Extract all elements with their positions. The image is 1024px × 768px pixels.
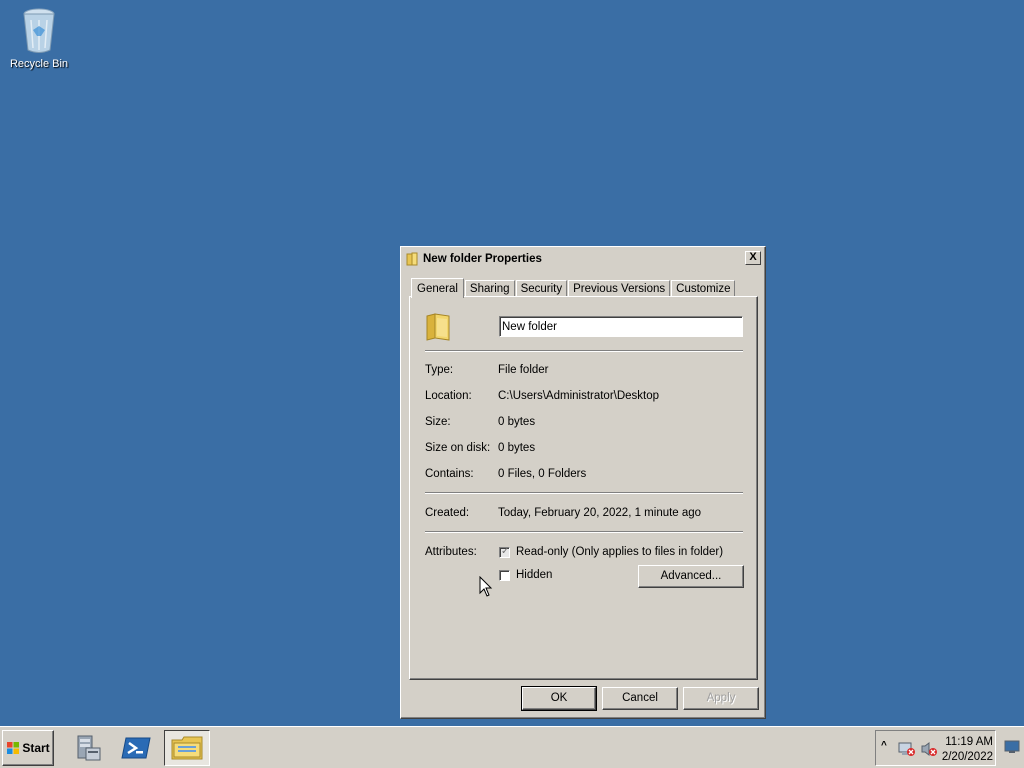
explorer-taskbar-button[interactable] <box>164 730 210 766</box>
tab-security[interactable]: Security <box>515 280 568 297</box>
hidden-label[interactable]: Hidden <box>516 569 552 581</box>
folder-icon <box>406 252 418 266</box>
network-error-icon[interactable] <box>898 741 916 757</box>
start-button[interactable]: Start <box>2 730 54 766</box>
powershell-icon <box>121 737 151 759</box>
separator <box>425 531 743 533</box>
show-hidden-icons-button[interactable]: ^ <box>881 740 887 751</box>
start-label: Start <box>22 741 50 755</box>
separator <box>425 350 743 352</box>
tab-general[interactable]: General <box>411 278 464 298</box>
dialog-titlebar[interactable]: New folder Properties X <box>403 249 763 269</box>
apply-button[interactable]: Apply <box>683 687 759 710</box>
readonly-checkbox[interactable]: ✓ <box>499 546 510 558</box>
tab-sharing[interactable]: Sharing <box>464 280 515 297</box>
folder-properties-dialog: New folder Properties X General Sharing … <box>400 246 766 719</box>
created-value: Today, February 20, 2022, 1 minute ago <box>498 507 702 519</box>
size-on-disk-label: Size on disk: <box>425 442 491 454</box>
recycle-bin-label: Recycle Bin <box>9 58 69 70</box>
mouse-cursor-icon <box>479 576 493 597</box>
close-icon: X <box>749 251 757 263</box>
folder-icon <box>171 736 203 760</box>
size-value: 0 bytes <box>498 416 536 428</box>
clock-date: 2/20/2022 <box>941 751 993 763</box>
hidden-checkbox[interactable] <box>499 570 510 581</box>
contains-label: Contains: <box>425 468 474 480</box>
readonly-label[interactable]: Read-only (Only applies to files in fold… <box>516 546 723 558</box>
tab-previous-versions[interactable]: Previous Versions <box>568 280 671 297</box>
powershell-taskbar-button[interactable] <box>114 730 158 766</box>
dialog-title: New folder Properties <box>423 253 542 265</box>
folder-name-input[interactable] <box>499 316 743 337</box>
size-on-disk-value: 0 bytes <box>498 442 536 454</box>
cancel-button[interactable]: Cancel <box>602 687 678 710</box>
clock[interactable]: 11:19 AM 2/20/2022 <box>942 735 993 765</box>
ok-button[interactable]: OK <box>521 686 597 711</box>
windows-logo-icon <box>7 742 20 754</box>
location-label: Location: <box>425 390 472 402</box>
notification-area: ^ 11:19 AM 2/20/2022 <box>875 730 996 766</box>
recycle-bin-icon <box>23 8 55 53</box>
tab-customize[interactable]: Customize <box>671 280 736 297</box>
attributes-label: Attributes: <box>425 546 477 558</box>
checkmark-icon: ✓ <box>501 546 510 557</box>
taskbar: Start ^ 11:19 AM 2/20/2022 <box>0 726 1024 768</box>
clock-time: 11:19 AM <box>945 736 993 748</box>
recycle-bin-desktop-icon[interactable]: Recycle Bin <box>6 6 72 70</box>
tab-strip: General Sharing Security Previous Versio… <box>411 277 736 298</box>
created-label: Created: <box>425 507 470 519</box>
server-manager-taskbar-button[interactable] <box>66 730 110 766</box>
contains-value: 0 Files, 0 Folders <box>498 468 587 480</box>
general-tab-panel: Type: File folder Location: C:\Users\Adm… <box>409 296 758 680</box>
close-button[interactable]: X <box>745 251 761 265</box>
show-desktop-icon[interactable] <box>1004 740 1020 754</box>
server-manager-icon <box>77 735 101 761</box>
type-label: Type: <box>425 364 454 376</box>
advanced-button[interactable]: Advanced... <box>638 565 744 588</box>
separator <box>425 492 743 494</box>
location-value: C:\Users\Administrator\Desktop <box>498 390 660 402</box>
size-label: Size: <box>425 416 451 428</box>
volume-muted-icon[interactable] <box>920 741 938 757</box>
folder-large-icon <box>426 313 450 341</box>
type-value: File folder <box>498 364 549 376</box>
